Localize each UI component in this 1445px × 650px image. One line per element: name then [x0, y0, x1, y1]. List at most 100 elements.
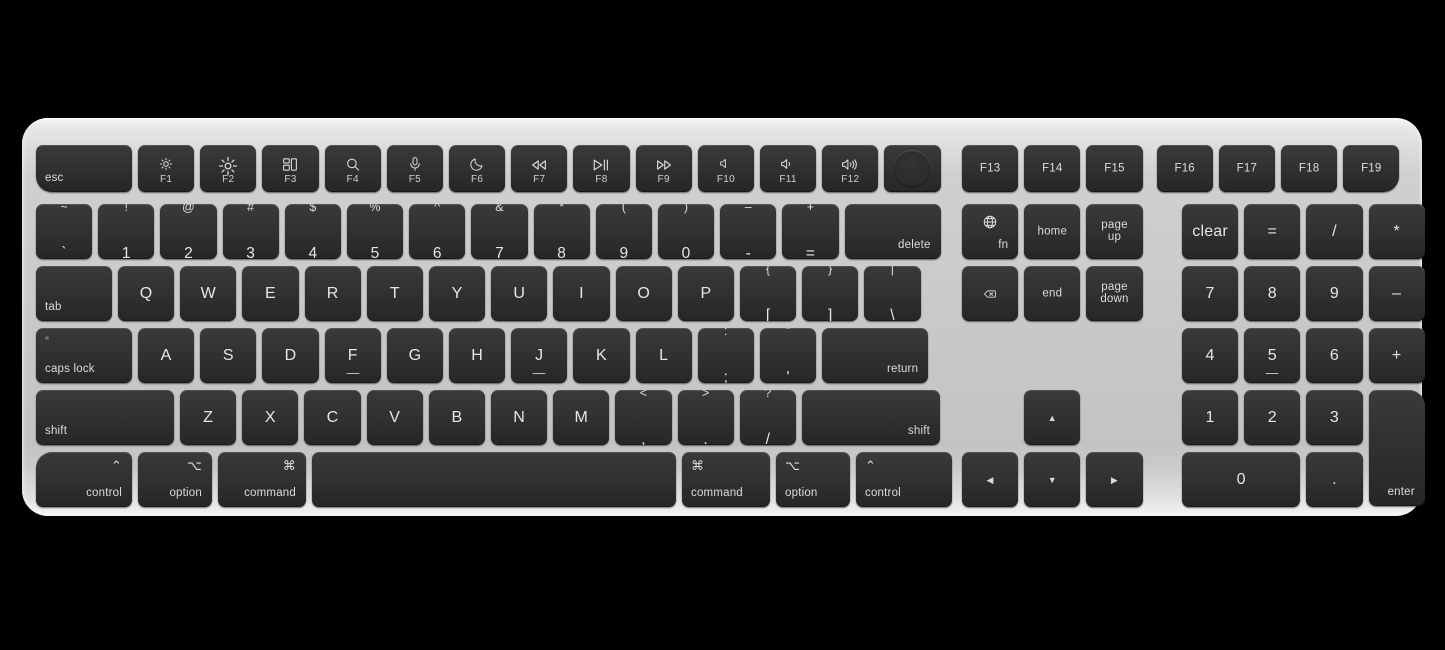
key-pageup[interactable]: page up — [1086, 204, 1143, 259]
key-clear[interactable]: clear — [1182, 204, 1239, 259]
key-bracketleft[interactable]: { [ — [740, 266, 797, 321]
key-f6[interactable]: F6 — [449, 145, 506, 192]
key-quote[interactable]: " ' — [760, 328, 817, 383]
key-minus[interactable]: – - — [720, 204, 777, 259]
key-s[interactable]: S — [200, 328, 257, 383]
key-f18[interactable]: F18 — [1281, 145, 1338, 192]
key-controlleft[interactable]: ⌃ control — [36, 452, 132, 507]
key-num3[interactable]: 3 — [1306, 390, 1363, 445]
key-f11[interactable]: F11 — [760, 145, 817, 192]
key-f1[interactable]: F1 — [138, 145, 195, 192]
key-f13[interactable]: F13 — [962, 145, 1019, 192]
key-v[interactable]: V — [366, 390, 423, 445]
key-comma[interactable]: < , — [615, 390, 672, 445]
key-home[interactable]: home — [1024, 204, 1081, 259]
key-p[interactable]: P — [677, 266, 734, 321]
key-o[interactable]: O — [615, 266, 672, 321]
key-u[interactable]: U — [491, 266, 548, 321]
key-numenter[interactable]: enter — [1368, 390, 1425, 506]
key-numdivide[interactable]: / — [1306, 204, 1363, 259]
key-e[interactable]: E — [242, 266, 299, 321]
key-f17[interactable]: F17 — [1218, 145, 1275, 192]
key-space[interactable] — [312, 452, 676, 507]
key-f2[interactable]: F2 — [200, 145, 257, 192]
key-t[interactable]: T — [366, 266, 423, 321]
key-b[interactable]: B — [428, 390, 485, 445]
key-backtick[interactable]: ~ ` — [36, 204, 93, 259]
key-num8[interactable]: 8 — [1244, 266, 1301, 321]
key-f[interactable]: F — [324, 328, 381, 383]
key-arrowleft[interactable]: ◀ — [962, 452, 1019, 507]
key-shiftleft[interactable]: shift — [36, 390, 174, 445]
key-1[interactable]: ! 1 — [98, 204, 155, 259]
key-7[interactable]: & 7 — [471, 204, 528, 259]
key-num2[interactable]: 2 — [1244, 390, 1301, 445]
key-f4[interactable]: F4 — [324, 145, 381, 192]
key-h[interactable]: H — [449, 328, 506, 383]
key-tab[interactable]: tab — [36, 266, 112, 321]
key-d[interactable]: D — [262, 328, 319, 383]
key-m[interactable]: M — [553, 390, 610, 445]
key-capslock[interactable]: caps lock — [36, 328, 132, 383]
key-4[interactable]: $ 4 — [284, 204, 341, 259]
key-c[interactable]: C — [304, 390, 361, 445]
key-f16[interactable]: F16 — [1156, 145, 1213, 192]
key-9[interactable]: ( 9 — [595, 204, 652, 259]
key-6[interactable]: ^ 6 — [409, 204, 466, 259]
key-delete[interactable]: delete — [844, 204, 941, 259]
key-f12[interactable]: F12 — [822, 145, 879, 192]
key-slash[interactable]: ? / — [739, 390, 796, 445]
key-controlright[interactable]: ⌃ control — [856, 452, 952, 507]
key-f10[interactable]: F10 — [697, 145, 754, 192]
key-r[interactable]: R — [304, 266, 361, 321]
key-end[interactable]: end — [1024, 266, 1081, 321]
key-optionright[interactable]: ⌥ option — [776, 452, 850, 507]
key-3[interactable]: # 3 — [222, 204, 279, 259]
key-numplus[interactable]: + — [1368, 328, 1425, 383]
key-num7[interactable]: 7 — [1182, 266, 1239, 321]
key-numequal[interactable]: = — [1244, 204, 1301, 259]
key-numdecimal[interactable]: . — [1306, 452, 1363, 507]
key-g[interactable]: G — [386, 328, 443, 383]
key-nummultiply[interactable]: * — [1368, 204, 1425, 259]
key-n[interactable]: N — [491, 390, 548, 445]
key-fn[interactable]: fn — [962, 204, 1019, 259]
key-5[interactable]: % 5 — [347, 204, 404, 259]
key-arrowup[interactable]: ▲ — [1024, 390, 1081, 445]
key-z[interactable]: Z — [180, 390, 237, 445]
key-8[interactable]: * 8 — [533, 204, 590, 259]
key-num5[interactable]: 5 — [1244, 328, 1301, 383]
key-commandright[interactable]: ⌘ command — [682, 452, 770, 507]
key-f14[interactable]: F14 — [1024, 145, 1081, 192]
key-f7[interactable]: F7 — [511, 145, 568, 192]
key-period[interactable]: > . — [677, 390, 734, 445]
key-pagedown[interactable]: page down — [1086, 266, 1143, 321]
key-commandleft[interactable]: ⌘ command — [218, 452, 306, 507]
key-return[interactable]: return — [822, 328, 929, 383]
key-forwarddelete[interactable] — [962, 266, 1019, 321]
key-bracketright[interactable]: } ] — [802, 266, 859, 321]
key-x[interactable]: X — [242, 390, 299, 445]
key-y[interactable]: Y — [429, 266, 486, 321]
key-arrowright[interactable]: ▶ — [1086, 452, 1143, 507]
key-num0[interactable]: 0 — [1182, 452, 1301, 507]
key-touchid[interactable] — [884, 145, 941, 192]
key-a[interactable]: A — [138, 328, 195, 383]
key-i[interactable]: I — [553, 266, 610, 321]
key-f3[interactable]: F3 — [262, 145, 319, 192]
key-arrowdown[interactable]: ▼ — [1024, 452, 1081, 507]
key-num6[interactable]: 6 — [1306, 328, 1363, 383]
key-q[interactable]: Q — [118, 266, 175, 321]
key-num9[interactable]: 9 — [1306, 266, 1363, 321]
key-optionleft[interactable]: ⌥ option — [138, 452, 212, 507]
key-num4[interactable]: 4 — [1182, 328, 1239, 383]
key-semicolon[interactable]: : ; — [697, 328, 754, 383]
key-numminus[interactable]: – — [1368, 266, 1425, 321]
key-shiftright[interactable]: shift — [802, 390, 940, 445]
key-f19[interactable]: F19 — [1343, 145, 1400, 192]
key-k[interactable]: K — [573, 328, 630, 383]
key-l[interactable]: L — [635, 328, 692, 383]
key-num1[interactable]: 1 — [1182, 390, 1239, 445]
key-f9[interactable]: F9 — [635, 145, 692, 192]
key-w[interactable]: W — [180, 266, 237, 321]
